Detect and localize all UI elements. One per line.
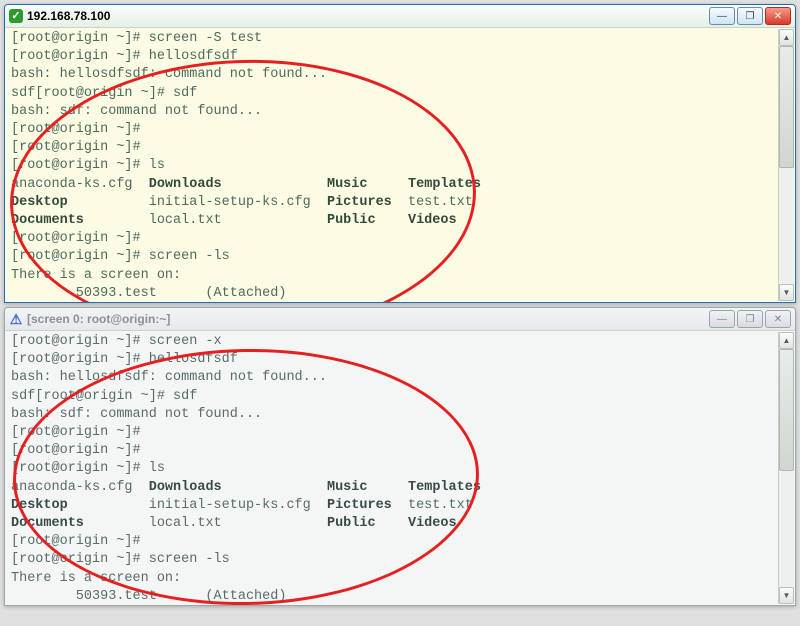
scroll-up-button[interactable]: ▲ (779, 29, 794, 46)
scrollbar-2[interactable]: ▲ ▼ (778, 332, 794, 604)
scroll-down-button[interactable]: ▼ (779, 587, 794, 604)
scroll-down-button[interactable]: ▼ (779, 284, 794, 301)
terminal-1[interactable]: [root@origin ~]# screen -S test [root@or… (5, 28, 795, 302)
window-1-controls: — ❐ ✕ (709, 7, 791, 25)
maximize-button[interactable]: ❐ (737, 310, 763, 328)
scrollbar-1[interactable]: ▲ ▼ (778, 29, 794, 301)
terminal-2-output: [root@origin ~]# screen -x [root@origin … (11, 333, 789, 605)
terminal-window-1: ✓ 192.168.78.100 — ❐ ✕ [root@origin ~]# … (4, 4, 796, 303)
scroll-up-button[interactable]: ▲ (779, 332, 794, 349)
close-button[interactable]: ✕ (765, 310, 791, 328)
terminal-2[interactable]: [root@origin ~]# screen -x [root@origin … (5, 331, 795, 605)
window-2-controls: — ❐ ✕ (709, 310, 791, 328)
scrollbar-thumb[interactable] (779, 46, 794, 168)
terminal-1-output: [root@origin ~]# screen -S test [root@or… (11, 30, 789, 302)
scrollbar-thumb[interactable] (779, 349, 794, 471)
window-1-title: 192.168.78.100 (27, 9, 709, 23)
close-button[interactable]: ✕ (765, 7, 791, 25)
window-2-title: [screen 0: root@origin:~] (27, 312, 709, 326)
maximize-button[interactable]: ❐ (737, 7, 763, 25)
minimize-button[interactable]: — (709, 310, 735, 328)
warn-icon: ⚠ (9, 312, 23, 326)
terminal-window-2: ⚠ [screen 0: root@origin:~] — ❐ ✕ [root@… (4, 307, 796, 606)
titlebar-1[interactable]: ✓ 192.168.78.100 — ❐ ✕ (5, 5, 795, 28)
titlebar-2[interactable]: ⚠ [screen 0: root@origin:~] — ❐ ✕ (5, 308, 795, 331)
check-icon: ✓ (9, 9, 23, 23)
minimize-button[interactable]: — (709, 7, 735, 25)
scrollbar-track[interactable] (779, 349, 794, 587)
scrollbar-track[interactable] (779, 46, 794, 284)
